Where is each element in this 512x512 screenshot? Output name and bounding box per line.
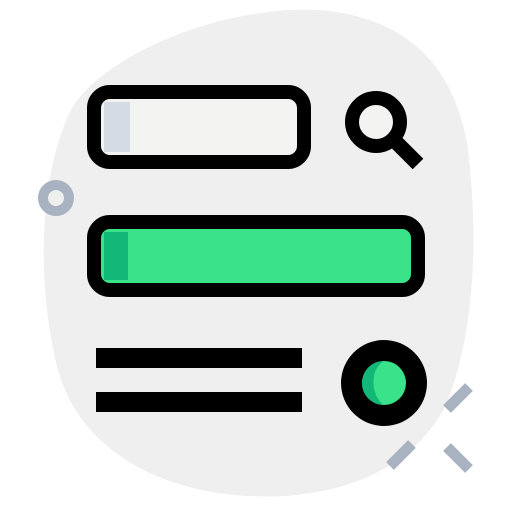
filled-input-bar-icon [87, 215, 425, 297]
search-field-icon [87, 85, 311, 169]
search-form-illustration [0, 0, 512, 512]
radio-button-icon [341, 340, 427, 426]
illustration-canvas [38, 9, 474, 497]
